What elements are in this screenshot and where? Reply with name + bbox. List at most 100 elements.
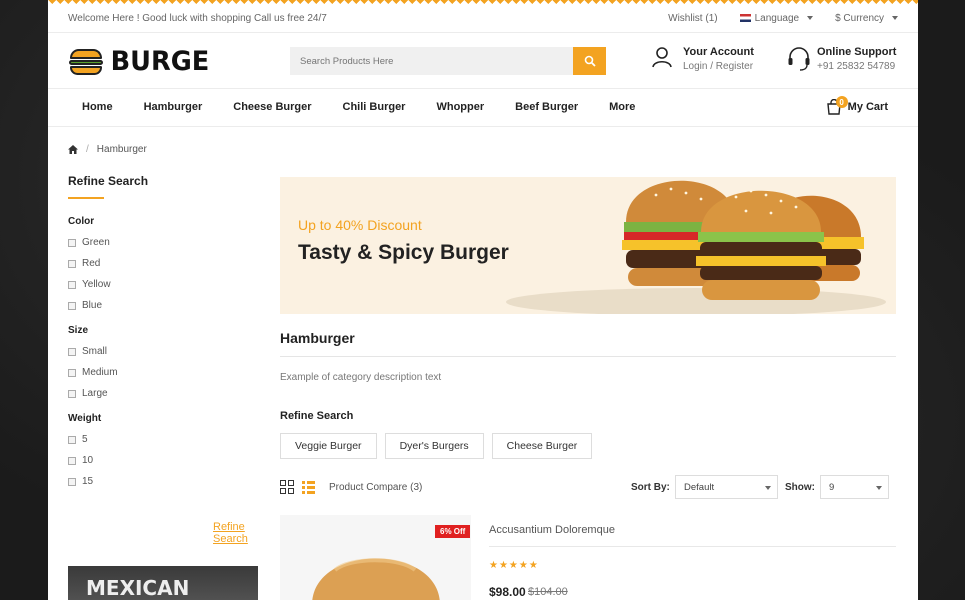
- support-phone: +91 25832 54789: [817, 61, 896, 72]
- wishlist-link[interactable]: Wishlist (1): [668, 13, 717, 24]
- checkbox[interactable]: [68, 435, 76, 444]
- checkbox[interactable]: [68, 456, 76, 465]
- chevron-down-icon: [807, 16, 814, 20]
- refine-search-link[interactable]: Refine Search: [213, 521, 260, 545]
- sort-label: Sort By:: [631, 482, 670, 493]
- checkbox[interactable]: [68, 477, 76, 486]
- product-old-price: $104.00: [528, 586, 568, 598]
- home-icon[interactable]: [68, 145, 78, 154]
- checkbox-label: 10: [82, 455, 94, 466]
- filter-size-large[interactable]: Large: [68, 388, 260, 399]
- support-title: Online Support: [817, 46, 897, 58]
- chevron-down-icon: [765, 486, 771, 490]
- subcategory-title: Refine Search: [280, 410, 354, 422]
- checkbox-label: Large: [82, 388, 108, 399]
- nav-more[interactable]: More: [609, 101, 635, 113]
- product-price: $98.00: [489, 585, 526, 599]
- filter-size-medium[interactable]: Medium: [68, 367, 260, 378]
- checkbox-label: Yellow: [82, 279, 111, 290]
- product-name[interactable]: Accusantium Doloremque: [489, 524, 615, 536]
- language-label: Language: [754, 12, 800, 24]
- filter-size-small[interactable]: Small: [68, 346, 260, 357]
- checkbox-label: 5: [82, 434, 88, 445]
- title-divider: [280, 356, 896, 357]
- cart-count-badge: 0: [835, 96, 848, 108]
- sidebar-title: Refine Search: [68, 174, 149, 188]
- refine-sidebar: Refine Search Color Green Red Yellow Blu…: [68, 174, 260, 545]
- title-underline: [68, 197, 104, 199]
- filter-weight-15[interactable]: 15: [68, 476, 260, 487]
- checkbox[interactable]: [68, 238, 76, 247]
- subcategory-dyers-burgers[interactable]: Dyer's Burgers: [384, 433, 484, 459]
- product-compare-link[interactable]: Product Compare (3): [329, 482, 422, 493]
- checkbox[interactable]: [68, 389, 76, 398]
- filter-color-blue[interactable]: Blue: [68, 300, 260, 311]
- nav-cheese-burger[interactable]: Cheese Burger: [233, 101, 311, 113]
- nav-chili-burger[interactable]: Chili Burger: [343, 101, 406, 113]
- subcategory-cheese-burger[interactable]: Cheese Burger: [491, 433, 593, 459]
- language-dropdown[interactable]: Language: [739, 12, 814, 24]
- checkbox[interactable]: [68, 301, 76, 310]
- checkbox-label: Red: [82, 258, 101, 269]
- category-description: Example of category description text: [280, 372, 442, 383]
- filter-color-yellow[interactable]: Yellow: [68, 279, 260, 290]
- search-icon: [584, 55, 596, 67]
- checkbox-label: Small: [82, 346, 108, 357]
- zigzag-border: [48, 0, 918, 6]
- checkbox-label: Medium: [82, 367, 118, 378]
- product-image[interactable]: 6% Off: [280, 515, 471, 600]
- rating-stars: ★★★★★: [489, 560, 539, 571]
- support-block: Online Support +91 25832 54789: [787, 46, 896, 72]
- checkbox[interactable]: [68, 280, 76, 289]
- grid-view-icon[interactable]: [280, 480, 294, 494]
- filter-color-green[interactable]: Green: [68, 237, 260, 248]
- login-register-link[interactable]: Login / Register: [683, 61, 754, 72]
- search-button[interactable]: [573, 47, 606, 75]
- filter-color-red[interactable]: Red: [68, 258, 260, 269]
- promo-banner[interactable]: Up to 40% Discount Tasty & Spicy Burger: [280, 177, 896, 314]
- nav-home[interactable]: Home: [82, 101, 113, 113]
- user-icon: [652, 47, 672, 68]
- list-view-icon[interactable]: [302, 480, 315, 494]
- nav-beef-burger[interactable]: Beef Burger: [515, 101, 578, 113]
- header-divider: [48, 88, 918, 89]
- account-title: Your Account: [683, 46, 754, 58]
- show-value: 9: [829, 481, 835, 493]
- topbar-divider: [48, 32, 918, 33]
- size-filter-title: Size: [68, 325, 89, 336]
- logo[interactable]: BURGE: [68, 46, 212, 77]
- color-filter-title: Color: [68, 216, 95, 227]
- breadcrumb: / Hamburger: [68, 144, 147, 155]
- nav-hamburger[interactable]: Hamburger: [144, 101, 203, 113]
- currency-dropdown[interactable]: $ Currency: [835, 13, 898, 24]
- account-block[interactable]: Your Account Login / Register: [651, 46, 754, 72]
- cart-button[interactable]: 0 My Cart: [826, 96, 888, 115]
- shopping-bag-icon: 0: [826, 96, 848, 115]
- show-select[interactable]: 9: [820, 475, 889, 499]
- sort-select[interactable]: Default: [675, 475, 778, 499]
- checkbox[interactable]: [68, 347, 76, 356]
- weight-filter-title: Weight: [68, 413, 102, 424]
- filter-weight-5[interactable]: 5: [68, 434, 260, 445]
- product-toolbar: Product Compare (3) Sort By: Default Sho…: [280, 475, 896, 499]
- sort-value: Default: [684, 481, 715, 493]
- chevron-down-icon: [892, 16, 898, 20]
- checkbox-label: Green: [82, 237, 110, 248]
- nav-whopper[interactable]: Whopper: [436, 101, 484, 113]
- mexican-burger-banner[interactable]: MEXICAN BURGER: [68, 566, 258, 600]
- burger-logo-icon: [68, 47, 104, 77]
- subcategory-veggie-burger[interactable]: Veggie Burger: [280, 433, 377, 459]
- filter-weight-10[interactable]: 10: [68, 455, 260, 466]
- show-label: Show:: [785, 482, 815, 493]
- headset-icon: [788, 47, 810, 71]
- product-divider: [489, 546, 896, 547]
- checkbox[interactable]: [68, 259, 76, 268]
- checkbox[interactable]: [68, 368, 76, 377]
- category-title: Hamburger: [280, 330, 355, 346]
- top-bar: Welcome Here ! Good luck with shopping C…: [68, 8, 898, 28]
- search-input[interactable]: [290, 47, 573, 75]
- burgers-image: [506, 180, 886, 314]
- banner-tagline: Tasty & Spicy Burger: [298, 241, 509, 264]
- breadcrumb-current: Hamburger: [96, 144, 147, 155]
- chevron-down-icon: [876, 486, 882, 490]
